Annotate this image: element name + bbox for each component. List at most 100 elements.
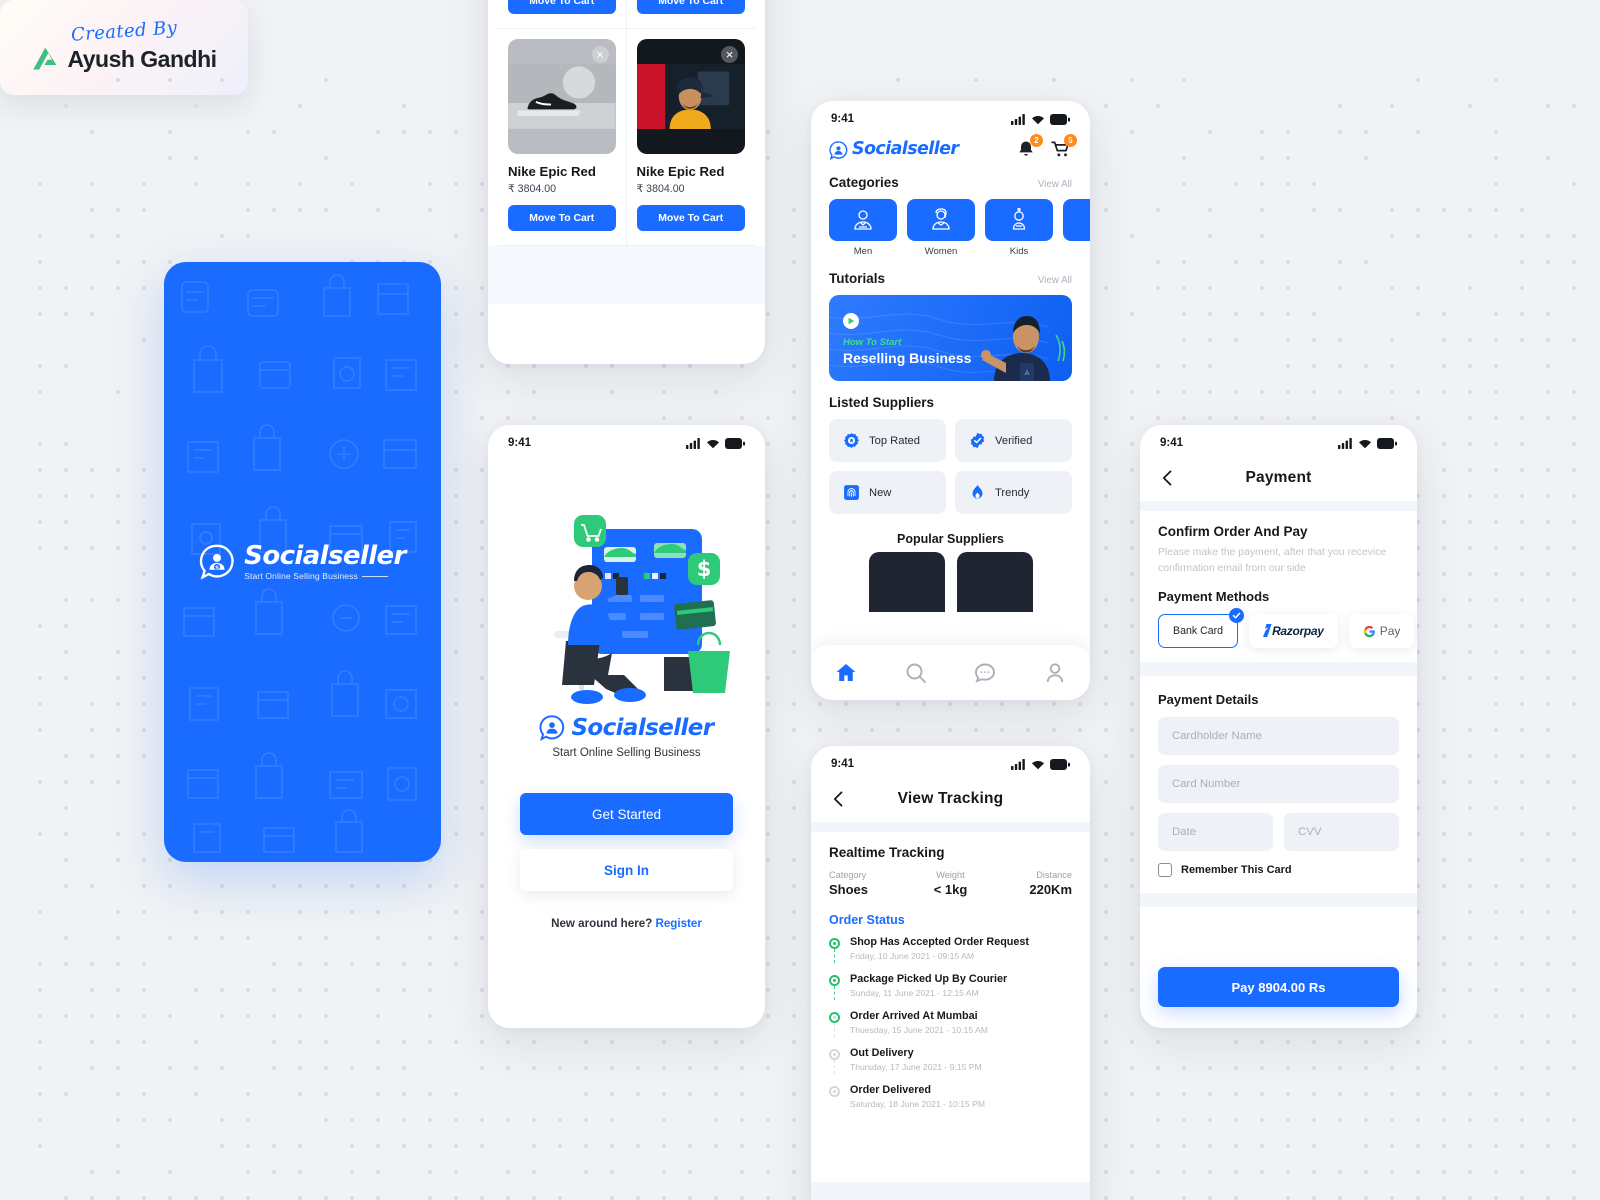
gear-star-icon — [844, 433, 859, 448]
supplier-chip-label: Trendy — [995, 486, 1030, 499]
battery-icon — [725, 437, 745, 449]
razorpay-logo: Razorpay — [1263, 624, 1324, 638]
tutorial-kicker: How To Start — [843, 337, 902, 348]
cellular-signal-icon — [686, 437, 700, 449]
popular-suppliers-row — [829, 552, 1072, 612]
move-to-cart-button[interactable]: Move To Cart — [508, 205, 616, 231]
metric-label: Weight — [936, 870, 965, 880]
profile-icon — [1046, 662, 1064, 682]
product-card[interactable]: × Nike Epic Red ₹ 3804.00 Move To Cart — [498, 0, 627, 29]
metric-distance: Distance 220Km — [991, 870, 1072, 897]
product-price: ₹ 3804.00 — [508, 183, 556, 195]
status-bar: 9:41 — [488, 425, 765, 455]
payment-method-razorpay[interactable]: Razorpay — [1249, 614, 1338, 649]
date-placeholder: Date — [1172, 826, 1197, 839]
home-header: Socialseller 2 5 — [829, 134, 1077, 161]
category-label: Women — [924, 246, 958, 257]
back-button[interactable] — [829, 789, 849, 809]
product-thumbnail[interactable]: × — [508, 39, 616, 154]
notifications-button[interactable]: 2 — [1016, 134, 1043, 161]
tab-chat[interactable] — [973, 661, 997, 685]
popular-supplier-card[interactable] — [868, 552, 945, 612]
order-status-timeline: Shop Has Accepted Order Request Friday, … — [829, 936, 1072, 1121]
get-started-button[interactable]: Get Started — [520, 793, 733, 835]
cellular-signal-icon — [1011, 758, 1025, 770]
category-item-kids[interactable]: Kids — [985, 199, 1053, 257]
cvv-input[interactable]: CVV — [1284, 813, 1399, 852]
check-icon — [1232, 612, 1241, 619]
popular-suppliers-title: Popular Suppliers — [897, 532, 1004, 546]
cart-button[interactable]: 5 — [1050, 134, 1077, 161]
status-indicators — [686, 437, 745, 449]
google-pay-logo: Pay — [1363, 624, 1400, 638]
supplier-chip-new[interactable]: New — [829, 471, 946, 514]
move-to-cart-button[interactable]: Move To Cart — [636, 205, 745, 231]
popular-supplier-card[interactable] — [956, 552, 1033, 612]
payment-method-google-pay[interactable]: Pay — [1348, 614, 1415, 649]
remember-card-checkbox[interactable]: Remember This Card — [1158, 863, 1399, 878]
supplier-chip-verified[interactable]: Verified — [955, 419, 1072, 462]
realtime-tracking-title: Realtime Tracking — [829, 845, 945, 860]
step-title: Out Delivery — [850, 1047, 914, 1059]
author-name: Ayush Gandhi — [67, 45, 217, 72]
card-number-input[interactable]: Card Number — [1158, 765, 1399, 804]
supplier-chip-trendy[interactable]: Trendy — [955, 471, 1072, 514]
status-indicators — [1011, 113, 1070, 125]
bottom-tab-bar — [811, 645, 1090, 700]
tracking-screen-phone: 9:41 View Tracking Realtime Tracking Cat… — [811, 746, 1090, 1200]
splash-logo-lockup: S Socialseller Start Online Selling Busi… — [199, 543, 406, 581]
expiry-date-input[interactable]: Date — [1158, 813, 1273, 852]
tutorial-card[interactable]: How To Start Reselling Business A — [829, 295, 1072, 381]
tracking-nav-bar: View Tracking — [811, 776, 1090, 822]
tab-profile[interactable] — [1043, 661, 1067, 685]
baby-icon — [1012, 208, 1026, 230]
play-button[interactable] — [843, 313, 859, 329]
timeline-connector — [834, 1023, 835, 1037]
tab-search[interactable] — [904, 661, 928, 685]
socialseller-logo-icon — [829, 140, 848, 160]
payment-method-bank-card[interactable]: Bank Card — [1158, 608, 1245, 649]
verified-badge-icon — [970, 432, 985, 449]
product-card[interactable]: × Nike Epic Red ₹ 3804.00 Move To Cart — [498, 29, 627, 246]
remove-product-icon[interactable]: × — [591, 46, 609, 63]
tab-home[interactable] — [834, 661, 858, 685]
payment-nav-bar: Payment — [1140, 455, 1417, 501]
home-wordmark: Socialseller — [852, 139, 959, 160]
author-row: Ayush Gandhi — [31, 44, 217, 74]
product-name: Nike Epic Red — [508, 164, 596, 179]
cardholder-name-input[interactable]: Cardholder Name — [1158, 717, 1399, 756]
section-divider — [1140, 662, 1417, 677]
home-icon — [836, 663, 856, 681]
back-button[interactable] — [1158, 468, 1178, 488]
move-to-cart-button[interactable]: Move To Cart — [508, 0, 616, 14]
category-item-women[interactable]: Women — [907, 199, 975, 257]
remove-product-icon[interactable]: × — [721, 46, 738, 63]
tutorials-view-all-link[interactable]: View All — [1038, 275, 1072, 286]
supplier-chip-top-rated[interactable]: Top Rated — [829, 419, 946, 462]
supplier-chip-label: Verified — [995, 434, 1033, 447]
order-status-heading: Order Status — [829, 913, 905, 927]
product-card[interactable]: × Nike Epic Red ₹ 3804.00 Move To Cart — [626, 29, 755, 246]
section-divider — [1140, 501, 1417, 511]
product-name: Nike Epic Red — [636, 164, 725, 179]
flame-icon — [972, 485, 983, 499]
created-by-label: Created By — [70, 17, 178, 46]
pay-button[interactable]: Pay 8904.00 Rs — [1158, 967, 1399, 1007]
category-item-men[interactable]: Men — [829, 199, 897, 257]
register-link[interactable]: Register — [655, 917, 701, 930]
move-to-cart-button[interactable]: Move To Cart — [636, 0, 745, 14]
onboarding-screen-phone: 9:41 $ Socialseller Start Online Selling… — [488, 425, 765, 1028]
sign-in-button[interactable]: Sign In — [520, 849, 733, 891]
product-card[interactable]: × Nike Epic Red ₹ 3804.00 Move To Cart — [626, 0, 755, 29]
step-date: Friday, 10 June 2021 - 09:15 AM — [850, 951, 975, 961]
product-thumbnail[interactable]: × — [636, 39, 745, 154]
tracking-metrics: Category Shoes Weight < 1kg Distance 220… — [829, 870, 1072, 897]
product-price: ₹ 3804.00 — [636, 183, 685, 195]
category-item-more[interactable] — [1063, 199, 1090, 257]
timeline-text: Out Delivery Thursday, 17 June 2021 - 9:… — [850, 1047, 982, 1072]
timeline-step: Order Delivered Saturday, 18 June 2021 -… — [829, 1084, 1072, 1121]
fingerprint-icon — [844, 485, 859, 500]
categories-view-all-link[interactable]: View All — [1038, 179, 1072, 190]
tutorials-header: Tutorials View All — [829, 271, 1072, 286]
category-label: Kids — [1009, 246, 1029, 257]
